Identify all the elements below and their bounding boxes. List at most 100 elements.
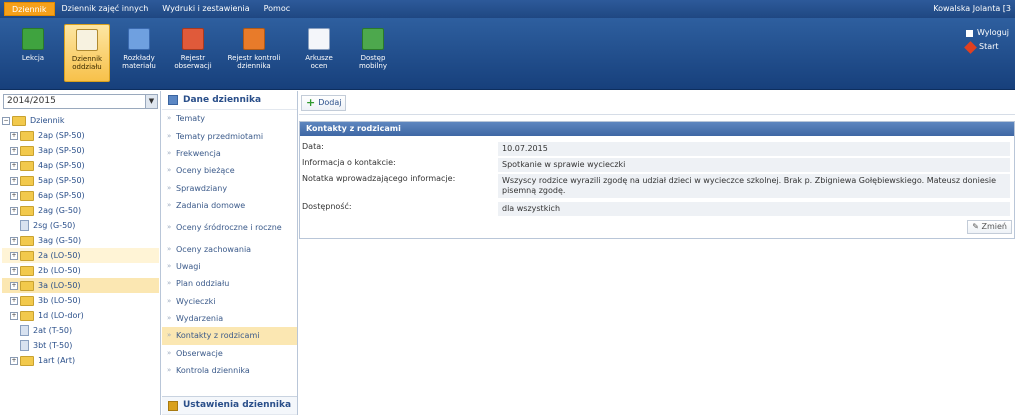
menu-pomoc[interactable]: Pomoc [257, 2, 298, 16]
bullet-icon: » [167, 222, 172, 231]
nav-header-label: Dane dziennika [183, 94, 262, 105]
expand-icon[interactable]: + [10, 356, 18, 365]
nav-item-label: Uwagi [176, 261, 201, 271]
nav-item[interactable]: » Kontrola dziennika [162, 362, 297, 379]
user-name[interactable]: Kowalska Jolanta [3 [933, 0, 1011, 18]
ribbon-dziennik-oddzialu-button[interactable]: Dziennik oddziału [64, 24, 110, 82]
expand-icon[interactable]: + [10, 176, 18, 185]
tree-item[interactable]: +5ap (SP-50) [2, 173, 159, 188]
nav-item[interactable]: » Sprawdziany [162, 180, 297, 197]
ribbon-rozklady-button[interactable]: Rozkłady materiału [116, 24, 162, 82]
expand-icon[interactable]: + [10, 206, 18, 215]
menu-wydruki[interactable]: Wydruki i zestawienia [155, 2, 256, 16]
settings-icon [168, 400, 178, 411]
nav-item[interactable]: » Plan oddziału [162, 275, 297, 292]
nav-item[interactable]: » Oceny śródroczne i roczne [162, 214, 297, 240]
school-year-select[interactable]: 2014/2015 ▼ [3, 94, 158, 109]
contact-details-panel: Kontakty z rodzicami Data: 10.07.2015 In… [299, 121, 1015, 239]
tree-item[interactable]: 3bt (T-50) [2, 338, 159, 353]
tree-item-label: 2sg (G-50) [33, 221, 76, 230]
add-button[interactable]: + Dodaj [301, 94, 347, 111]
tree-item[interactable]: +3ag (G-50) [2, 233, 159, 248]
nav-item[interactable]: » Oceny zachowania [162, 240, 297, 257]
tree-item[interactable]: +3b (LO-50) [2, 293, 159, 308]
expand-icon[interactable]: + [10, 161, 18, 170]
plus-icon: + [306, 95, 316, 109]
ribbon-rejestr-kontroli-button[interactable]: Rejestr kontroli dziennika [226, 24, 282, 82]
pencil-icon: ✎ [972, 222, 982, 231]
expand-icon[interactable]: + [10, 236, 18, 245]
chevron-down-icon[interactable]: ▼ [145, 95, 157, 108]
ribbon-arkusze-ocen-button[interactable]: Arkusze ocen [296, 24, 342, 82]
folder-icon [20, 130, 34, 141]
nav-item-label: Kontakty z rodzicami [176, 331, 260, 341]
ribbon-label: Rejestr kontroli dziennika [227, 54, 281, 70]
expand-icon[interactable]: + [10, 146, 18, 155]
mobile-access-icon [362, 28, 384, 50]
expand-icon[interactable]: + [10, 266, 18, 275]
control-register-icon [243, 28, 265, 50]
start-link[interactable]: Start [964, 40, 1009, 54]
field-label: Dostępność: [302, 202, 352, 211]
folder-icon [20, 265, 34, 276]
nav-item[interactable]: » Wycieczki [162, 293, 297, 310]
nav-item[interactable]: » Tematy [162, 110, 297, 127]
nav-footer-settings[interactable]: Ustawienia dziennika [162, 396, 297, 415]
bullet-icon: » [167, 201, 172, 210]
tree-item-label: 2ap (SP-50) [38, 131, 85, 140]
folder-icon [20, 190, 34, 201]
collapse-icon[interactable]: − [2, 116, 10, 125]
expand-icon[interactable]: + [10, 311, 18, 320]
nav-item[interactable]: » Oceny bieżące [162, 162, 297, 179]
tree-item[interactable]: +6ap (SP-50) [2, 188, 159, 203]
menu-dziennik-zajec-innych[interactable]: Dziennik zajęć innych [55, 2, 156, 16]
tree-item-label: 3ap (SP-50) [38, 146, 85, 155]
content-toolbar: + Dodaj [299, 91, 1015, 115]
ribbon-label: Lekcja [21, 54, 45, 62]
tree-item[interactable]: 2at (T-50) [2, 323, 159, 338]
edit-button[interactable]: ✎ Zmień [967, 220, 1012, 234]
expand-icon[interactable]: + [10, 251, 18, 260]
tree-item[interactable]: +3a (LO-50) [2, 278, 159, 293]
ribbon-toolbar: Lekcja Dziennik oddziału Rozkłady materi… [0, 18, 1015, 90]
ribbon-dostep-mobilny-button[interactable]: Dostęp mobilny [350, 24, 396, 82]
menu-dziennik[interactable]: Dziennik [4, 2, 55, 16]
expand-icon[interactable]: + [10, 296, 18, 305]
nav-item-label: Tematy [176, 114, 206, 124]
folder-icon [12, 115, 26, 126]
nav-footer-label: Ustawienia dziennika [183, 400, 292, 410]
nav-item[interactable]: » Uwagi [162, 258, 297, 275]
nav-item[interactable]: » Frekwencja [162, 145, 297, 162]
tree-item[interactable]: +2a (LO-50) [2, 248, 159, 263]
expand-icon[interactable]: + [10, 281, 18, 290]
folder-icon [20, 355, 34, 366]
logout-label: Wyloguj [977, 28, 1009, 37]
ribbon-lekcja-button[interactable]: Lekcja [10, 24, 56, 82]
tree-item-label: 2at (T-50) [33, 326, 73, 335]
expand-icon[interactable]: + [10, 191, 18, 200]
nav-item[interactable]: » Kontakty z rodzicami [162, 327, 297, 345]
ribbon-rejestr-obserwacji-button[interactable]: Rejestr obserwacji [170, 24, 216, 82]
field-label: Notatka wprowadzającego informacje: [302, 174, 456, 183]
tree-item[interactable]: +2ag (G-50) [2, 203, 159, 218]
tree-item[interactable]: +1d (LO-dor) [2, 308, 159, 323]
logout-link[interactable]: Wyloguj [966, 26, 1009, 40]
bullet-icon: » [167, 296, 172, 305]
start-label: Start [979, 42, 999, 51]
tree-item[interactable]: +1art (Art) [2, 353, 159, 368]
tree-item[interactable]: +3ap (SP-50) [2, 143, 159, 158]
nav-item[interactable]: » Obserwacje [162, 345, 297, 362]
tree-item[interactable]: +4ap (SP-50) [2, 158, 159, 173]
tree-item[interactable]: − Dziennik [2, 113, 159, 128]
nav-item[interactable]: » Wydarzenia [162, 310, 297, 327]
tree-item-label: 3bt (T-50) [33, 341, 73, 350]
nav-list: » Tematy » Tematy przedmiotami » Frekwencja » O… [162, 110, 297, 379]
expand-icon[interactable]: + [10, 131, 18, 140]
tree-item-label: 5ap (SP-50) [38, 176, 85, 185]
tree-item[interactable]: 2sg (G-50) [2, 218, 159, 233]
tree-item[interactable]: +2ap (SP-50) [2, 128, 159, 143]
nav-item[interactable]: » Zadania domowe [162, 197, 297, 214]
tree-item-label: 2ag (G-50) [38, 206, 82, 215]
tree-item[interactable]: +2b (LO-50) [2, 263, 159, 278]
nav-item[interactable]: » Tematy przedmiotami [162, 127, 297, 144]
